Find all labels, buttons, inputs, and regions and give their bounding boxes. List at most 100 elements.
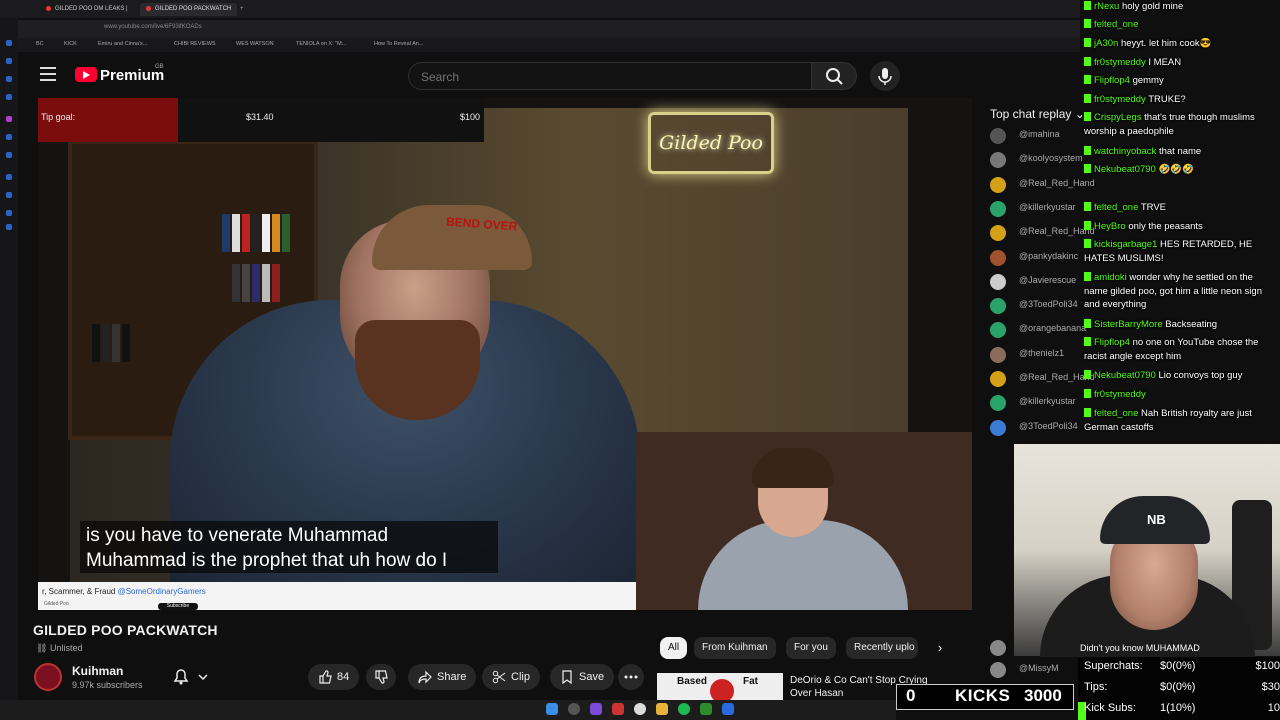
kick-username[interactable]: felted_one [1094,202,1138,213]
neon-sign-text: Gilded Poo [659,132,763,154]
menu-icon[interactable] [40,67,56,81]
chat-author[interactable]: @pankydakinc [1019,251,1078,261]
chat-avatar[interactable] [990,322,1006,339]
chat-avatar[interactable] [990,176,1006,193]
kick-username[interactable]: fr0stymeddy [1094,389,1146,400]
sidebar-app-icon[interactable] [6,58,12,64]
address-bar[interactable]: www.youtube.com/live/6F93ifKOADs [18,20,1080,38]
youtube-logo-icon[interactable] [75,67,97,82]
chat-avatar[interactable] [990,298,1006,315]
chat-author[interactable]: @3ToedPoli34 [1019,421,1078,431]
sidebar-app-icon[interactable] [6,134,12,140]
xbox-icon[interactable] [700,703,712,715]
chat-avatar[interactable] [990,371,1006,387]
chat-avatar[interactable] [990,249,1006,266]
chip-all[interactable]: All [660,637,688,659]
chat-avatar[interactable] [990,200,1006,217]
kick-username[interactable]: amidoki [1094,272,1127,283]
browser-tab[interactable]: GILDED POO DM LEAKS | [40,3,134,16]
spotify-icon[interactable] [678,703,690,715]
sidebar-app-icon[interactable] [6,224,12,230]
chevron-right-icon[interactable]: › [928,637,952,659]
kick-username[interactable]: Nekubeat0790 [1094,164,1156,175]
kick-username[interactable]: SisterBarryMore [1094,319,1163,330]
share-button[interactable]: Share [408,664,477,690]
search-button[interactable] [811,62,857,90]
chat-author[interactable]: @thenielz1 [1019,348,1064,358]
kick-username[interactable]: CrispyLegs [1094,112,1142,123]
browser-tab-active[interactable]: GILDED POO PACKWATCH [140,3,238,16]
notification-bell-button[interactable] [166,664,222,690]
dislike-button[interactable] [366,664,396,690]
browser-icon[interactable] [634,703,646,715]
chat-author[interactable]: @killerkyustar [1019,396,1076,406]
kick-username[interactable]: Flipflop4 [1094,337,1130,348]
kick-username[interactable]: rNexu [1094,1,1119,12]
chat-avatar[interactable] [990,419,1006,436]
chat-avatar[interactable] [990,128,1006,144]
chat-author[interactable]: @3ToedPoli34 [1019,299,1078,309]
chat-avatar[interactable] [990,640,1006,656]
chat-author[interactable]: @Javierescue [1019,275,1076,285]
search-icon[interactable] [568,703,580,715]
chip-recently-uploaded[interactable]: Recently uplo [846,637,918,659]
chat-avatar[interactable] [990,225,1006,242]
app-icon[interactable] [590,703,602,715]
kick-username[interactable]: Flipflop4 [1094,75,1130,86]
kick-username[interactable]: Nekubeat0790 [1094,370,1156,381]
kick-username[interactable]: jA30n [1094,38,1118,49]
channel-name[interactable]: Kuihman [72,664,123,678]
kick-username[interactable]: felted_one [1094,19,1138,30]
like-button[interactable]: 84 [308,664,360,690]
kick-username[interactable]: HeyBro [1094,221,1126,232]
new-tab-icon[interactable]: + [234,3,250,16]
voice-search-button[interactable] [870,61,900,91]
sidebar-app-icon[interactable] [6,94,12,100]
kick-username[interactable]: fr0stymeddy [1094,94,1146,105]
bookmark[interactable]: BC [36,41,44,47]
save-button[interactable]: Save [550,664,615,690]
sidebar-app-icon[interactable] [6,210,12,216]
bookmark[interactable]: CHIBI REVIEWS [174,41,216,47]
kick-badge-icon [1084,38,1091,47]
chat-avatar[interactable] [990,662,1006,678]
channel-avatar[interactable] [34,663,62,691]
chat-author[interactable]: @orangebanana [1019,323,1086,333]
more-actions-button[interactable] [618,664,644,690]
sidebar-app-icon[interactable] [6,76,12,82]
chat-author[interactable]: @imahina [1019,129,1060,139]
chat-message: @orangebanana [990,320,1086,342]
chip-for-you[interactable]: For you [786,637,836,659]
chat-avatar[interactable] [990,152,1006,169]
chat-author[interactable]: @MissyM [1019,663,1059,673]
sidebar-app-icon[interactable] [6,192,12,198]
chat-avatar[interactable] [990,273,1006,290]
kick-username[interactable]: watchinyoback [1094,146,1156,157]
app-icon[interactable] [722,703,734,715]
chip-from-channel[interactable]: From Kuihman [694,637,776,659]
search-input[interactable] [409,63,811,91]
chat-author[interactable]: @koolyosystem [1019,153,1083,163]
sidebar-app-icon[interactable] [6,40,12,46]
chat-avatar[interactable] [990,346,1006,363]
kick-username[interactable]: fr0stymeddy [1094,57,1146,68]
windows-start-icon[interactable] [546,703,558,715]
chat-avatar[interactable] [990,395,1006,412]
folder-icon[interactable] [656,703,668,715]
sidebar-app-icon[interactable] [6,174,12,180]
sidebar-app-icon[interactable] [6,152,12,158]
bookmark[interactable]: How To Reveal An... [374,41,423,47]
kick-username[interactable]: kickisgarbage1 [1094,239,1157,250]
search-box[interactable] [408,62,812,91]
app-icon[interactable] [612,703,624,715]
bookmark[interactable]: WES WATSON [236,41,274,47]
chat-author[interactable]: @killerkyustar [1019,202,1076,212]
thumbs-down-icon [375,670,388,684]
chat-mode-dropdown[interactable]: Top chat replay ⌄ [990,107,1085,121]
bookmark[interactable]: KICK [64,41,77,47]
clip-button[interactable]: Clip [482,664,540,690]
bookmark[interactable]: Emiru and Cinna's... [98,41,147,47]
kick-username[interactable]: felted_one [1094,408,1138,419]
sidebar-app-icon[interactable] [6,116,12,122]
bookmark[interactable]: TENIOLA on X: "M... [296,41,346,47]
